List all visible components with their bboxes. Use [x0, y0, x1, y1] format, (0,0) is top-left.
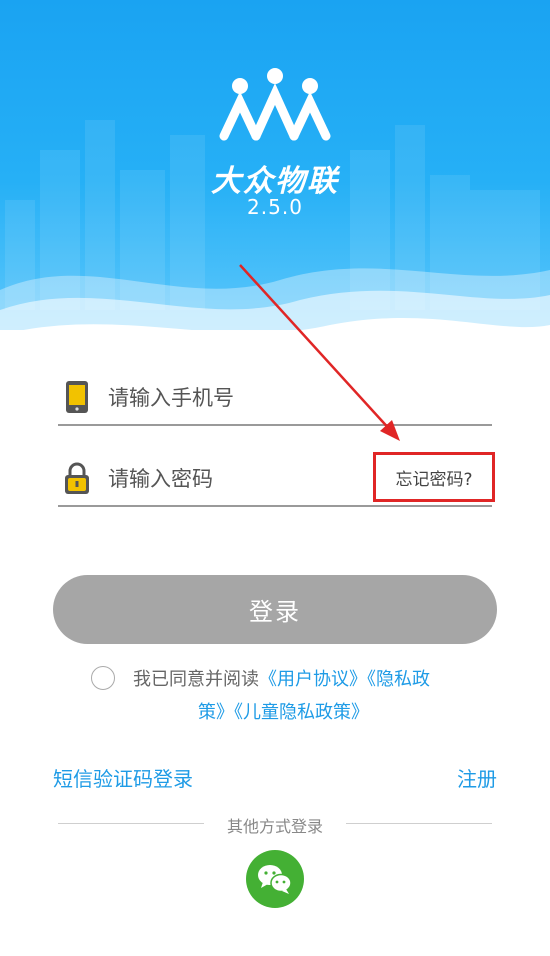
sms-login-link[interactable]: 短信验证码登录 — [53, 763, 193, 792]
people-group-logo — [219, 68, 331, 141]
wechat-icon — [258, 865, 292, 894]
child-privacy-link[interactable]: 《儿童隐私政策》 — [234, 702, 369, 723]
forgot-password-link[interactable]: 忘记密码? — [373, 452, 495, 502]
agreement-text-line1: 我已同意并阅读《用户协议》《隐私政 — [133, 665, 430, 691]
phone-input[interactable] — [106, 374, 410, 422]
other-login-label: 其他方式登录 — [226, 817, 323, 836]
password-input[interactable] — [106, 455, 410, 503]
wave-decoration — [0, 268, 550, 330]
app-version: 2.5.0 — [247, 195, 303, 219]
agreement-prefix: 我已同意并阅读 — [133, 669, 259, 690]
privacy-policy-link[interactable]: 《隐私政 — [367, 669, 430, 690]
privacy-policy-link-end[interactable]: 策》 — [198, 702, 234, 723]
wechat-login-button[interactable] — [246, 850, 304, 908]
agreement-checkbox[interactable] — [91, 666, 115, 690]
phone-icon — [66, 381, 88, 413]
app-name: 大众物联 — [211, 164, 339, 199]
phone-field[interactable] — [58, 374, 492, 426]
register-link[interactable]: 注册 — [457, 763, 497, 792]
login-button[interactable]: 登录 — [53, 575, 497, 644]
lock-icon — [65, 462, 89, 494]
header-banner: 大众物联 2.5.0 — [0, 0, 550, 330]
user-agreement-link[interactable]: 《用户协议》 — [259, 669, 367, 690]
agreement-text-line2: 策》《儿童隐私政策》 — [198, 698, 369, 724]
